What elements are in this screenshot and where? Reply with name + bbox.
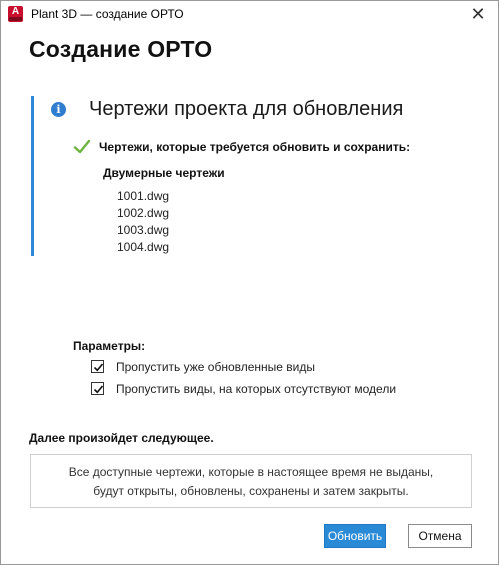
update-button[interactable]: Обновить bbox=[324, 524, 386, 548]
next-text-line-1: Все доступные чертежи, которые в настоящ… bbox=[68, 465, 434, 479]
check-mark-icon bbox=[93, 385, 104, 394]
list-item: 1001.dwg bbox=[117, 189, 170, 203]
drawings-to-update-text: Чертежи, которые требуется обновить и со… bbox=[99, 140, 411, 154]
accent-bar bbox=[31, 96, 34, 256]
close-icon: ✕ bbox=[470, 4, 486, 24]
skip-updated-views-label[interactable]: Пропустить уже обновленные виды bbox=[116, 360, 315, 374]
page-title: Создание ОРТО bbox=[29, 36, 213, 62]
what-happens-next-box: Все доступные чертежи, которые в настоящ… bbox=[30, 454, 472, 508]
check-mark-icon bbox=[93, 363, 104, 372]
window-title: Plant 3D — создание ОРТО bbox=[31, 7, 184, 21]
next-text-line-2: будут открыты, обновлены, сохранены и за… bbox=[93, 484, 409, 498]
what-happens-next-label: Далее произойдет следующее. bbox=[29, 431, 214, 445]
title-bar[interactable]: A Plant 3D — создание ОРТО ✕ bbox=[1, 1, 498, 29]
app-icon-base bbox=[9, 17, 22, 21]
info-icon: i bbox=[51, 102, 66, 117]
list-item: 1002.dwg bbox=[117, 206, 170, 220]
skip-views-without-models-checkbox[interactable] bbox=[91, 382, 104, 395]
list-item: 1003.dwg bbox=[117, 223, 170, 237]
list-item: 1004.dwg bbox=[117, 240, 170, 254]
info-heading: Чертежи проекта для обновления bbox=[89, 98, 404, 120]
autocad-app-icon: A bbox=[8, 6, 23, 22]
drawing-file-list: 1001.dwg 1002.dwg 1003.dwg 1004.dwg bbox=[117, 188, 169, 256]
what-happens-next-text: Все доступные чертежи, которые в настоящ… bbox=[31, 463, 471, 501]
close-button[interactable]: ✕ bbox=[466, 3, 490, 25]
dialog-window: A Plant 3D — создание ОРТО ✕ Создание ОР… bbox=[0, 0, 499, 565]
skip-updated-views-checkbox[interactable] bbox=[91, 360, 104, 373]
checkmark-icon bbox=[73, 139, 91, 154]
info-panel: i Чертежи проекта для обновления Чертежи… bbox=[31, 96, 471, 256]
skip-views-without-models-label[interactable]: Пропустить виды, на которых отсутствуют … bbox=[116, 382, 396, 396]
app-icon-letter: A bbox=[11, 6, 20, 17]
parameters-label: Параметры: bbox=[73, 339, 146, 353]
2d-drawings-title: Двумерные чертежи bbox=[103, 166, 225, 180]
cancel-button[interactable]: Отмена bbox=[408, 524, 472, 548]
